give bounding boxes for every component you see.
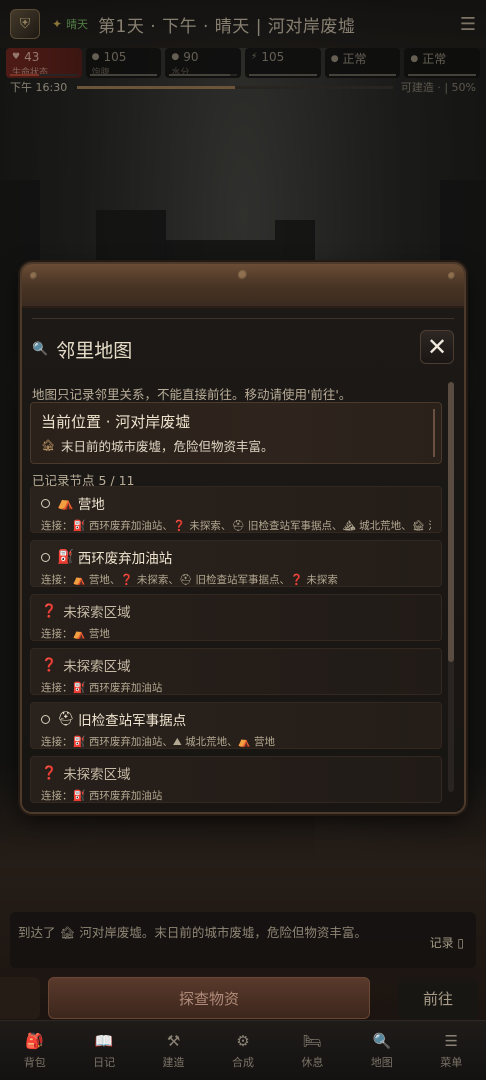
list-item[interactable]: ❓ 未探索区域 连接：⛽ 西环废弃加油站	[30, 756, 442, 803]
question-icon: ❓	[41, 765, 58, 781]
list-item[interactable]: ❓ 未探索区域 连接：⛽ 西环废弃加油站	[30, 648, 442, 695]
modal-header: 🔍 邻里地图	[32, 336, 132, 363]
node-name: 营地	[77, 497, 105, 513]
modal-frame-top	[22, 264, 464, 308]
node-name: 未探索区域	[63, 659, 131, 675]
list-item[interactable]: ⛑ 旧检查站军事据点 连接：⛽ 西环废弃加油站、⛰ 城北荒地、⛺ 营地	[30, 702, 442, 749]
nav-menu[interactable]: ☰ 菜单	[417, 1021, 486, 1080]
neighborhood-map-modal: 🔍 邻里地图 ✕ 地图只记录邻里关系，不能直接前往。移动请使用'前往'。 当前位…	[22, 264, 464, 812]
visited-circle-icon	[41, 498, 50, 508]
node-icon: ⛑	[57, 711, 75, 727]
menu-icon: ☰	[444, 1031, 458, 1050]
question-icon: ❓	[41, 657, 58, 673]
nav-craft[interactable]: ⚙ 合成	[208, 1021, 277, 1080]
current-location-title: 当前位置 · 河对岸废墟	[41, 413, 191, 431]
current-location-card: 当前位置 · 河对岸废墟 🏚 末日前的城市废墟，危险但物资丰富。	[30, 402, 442, 464]
visited-circle-icon	[41, 714, 50, 724]
magnifier-icon: 🔍	[372, 1031, 392, 1050]
magnifier-icon: 🔍	[32, 342, 49, 357]
list-item[interactable]: ⛽ 西环废弃加油站 连接：⛺ 营地、❓ 未探索、⛑ 旧检查站军事据点、❓ 未探索	[30, 540, 442, 587]
node-name: 未探索区域	[63, 767, 131, 783]
node-list: ⛺ 营地 连接：⛽ 西环废弃加油站、❓ 未探索、⛑ 旧检查站军事据点、⛰ 城北荒地…	[30, 486, 442, 810]
current-location-desc: 末日前的城市废墟，危险但物资丰富。	[60, 439, 274, 454]
nav-build[interactable]: ⚒ 建造	[139, 1021, 208, 1080]
node-name: 未探索区域	[63, 605, 131, 621]
node-connections: 连接：⛽ 西环废弃加油站、❓ 未探索、⛑ 旧检查站军事据点、⛰ 城北荒地、🏚 河…	[41, 520, 431, 532]
node-name: 西环废弃加油站	[77, 551, 173, 567]
ruin-icon: 🏚	[41, 439, 55, 452]
visited-circle-icon	[41, 552, 50, 562]
list-item[interactable]: ❓ 未探索区域 连接：⛺ 营地	[30, 594, 442, 641]
nav-backpack[interactable]: 🎒 背包	[0, 1021, 69, 1080]
hammer-icon: ⚒	[166, 1031, 181, 1050]
log-text: 到达了 🏚 河对岸废墟。末日前的城市废墟，危险但物资丰富。	[18, 925, 367, 940]
question-icon: ❓	[41, 603, 58, 619]
node-connections: 连接：⛺ 营地、❓ 未探索、⛑ 旧检查站军事据点、❓ 未探索	[41, 574, 338, 586]
node-name: 旧检查站军事据点	[78, 713, 187, 729]
node-icon: ⛺	[57, 495, 74, 511]
explore-button[interactable]: 探查物资	[48, 977, 370, 1019]
bed-icon: 🛏	[302, 1031, 322, 1050]
node-connections: 连接：⛺ 营地	[41, 628, 110, 640]
record-button[interactable]: 记录 ▯	[430, 934, 464, 951]
nav-diary[interactable]: 📖 日记	[69, 1021, 138, 1080]
gear-icon: ⚙	[236, 1031, 250, 1050]
node-connections: 连接：⛽ 西环废弃加油站、⛰ 城北荒地、⛺ 营地	[41, 736, 275, 748]
event-log: 到达了 🏚 河对岸废墟。末日前的城市废墟，危险但物资丰富。 记录 ▯	[10, 912, 476, 968]
nav-map[interactable]: 🔍 地图	[347, 1021, 416, 1080]
list-item[interactable]: ⛺ 营地 连接：⛽ 西环废弃加油站、❓ 未探索、⛑ 旧检查站军事据点、⛰ 城北荒地…	[30, 486, 442, 533]
map-note: 地图只记录邻里关系，不能直接前往。移动请使用'前往'。	[32, 387, 352, 402]
scrollbar-thumb[interactable]	[448, 382, 454, 662]
close-button[interactable]: ✕	[420, 330, 454, 364]
bottom-nav: 🎒 背包 📖 日记 ⚒ 建造 ⚙ 合成 🛏 休息 🔍 地图 ☰ 菜单	[0, 1020, 486, 1080]
backpack-icon: 🎒	[25, 1031, 45, 1050]
node-icon: ⛽	[57, 549, 74, 565]
book-icon: 📖	[94, 1031, 114, 1050]
scrollbar[interactable]	[448, 382, 454, 792]
modal-title: 邻里地图	[56, 340, 133, 362]
nav-rest[interactable]: 🛏 休息	[278, 1021, 347, 1080]
go-button[interactable]: 前往	[398, 977, 478, 1019]
node-connections: 连接：⛽ 西环废弃加油站	[41, 790, 163, 802]
action-bar: 探查物资 前往	[0, 975, 486, 1019]
node-connections: 连接：⛽ 西环废弃加油站	[41, 682, 163, 694]
